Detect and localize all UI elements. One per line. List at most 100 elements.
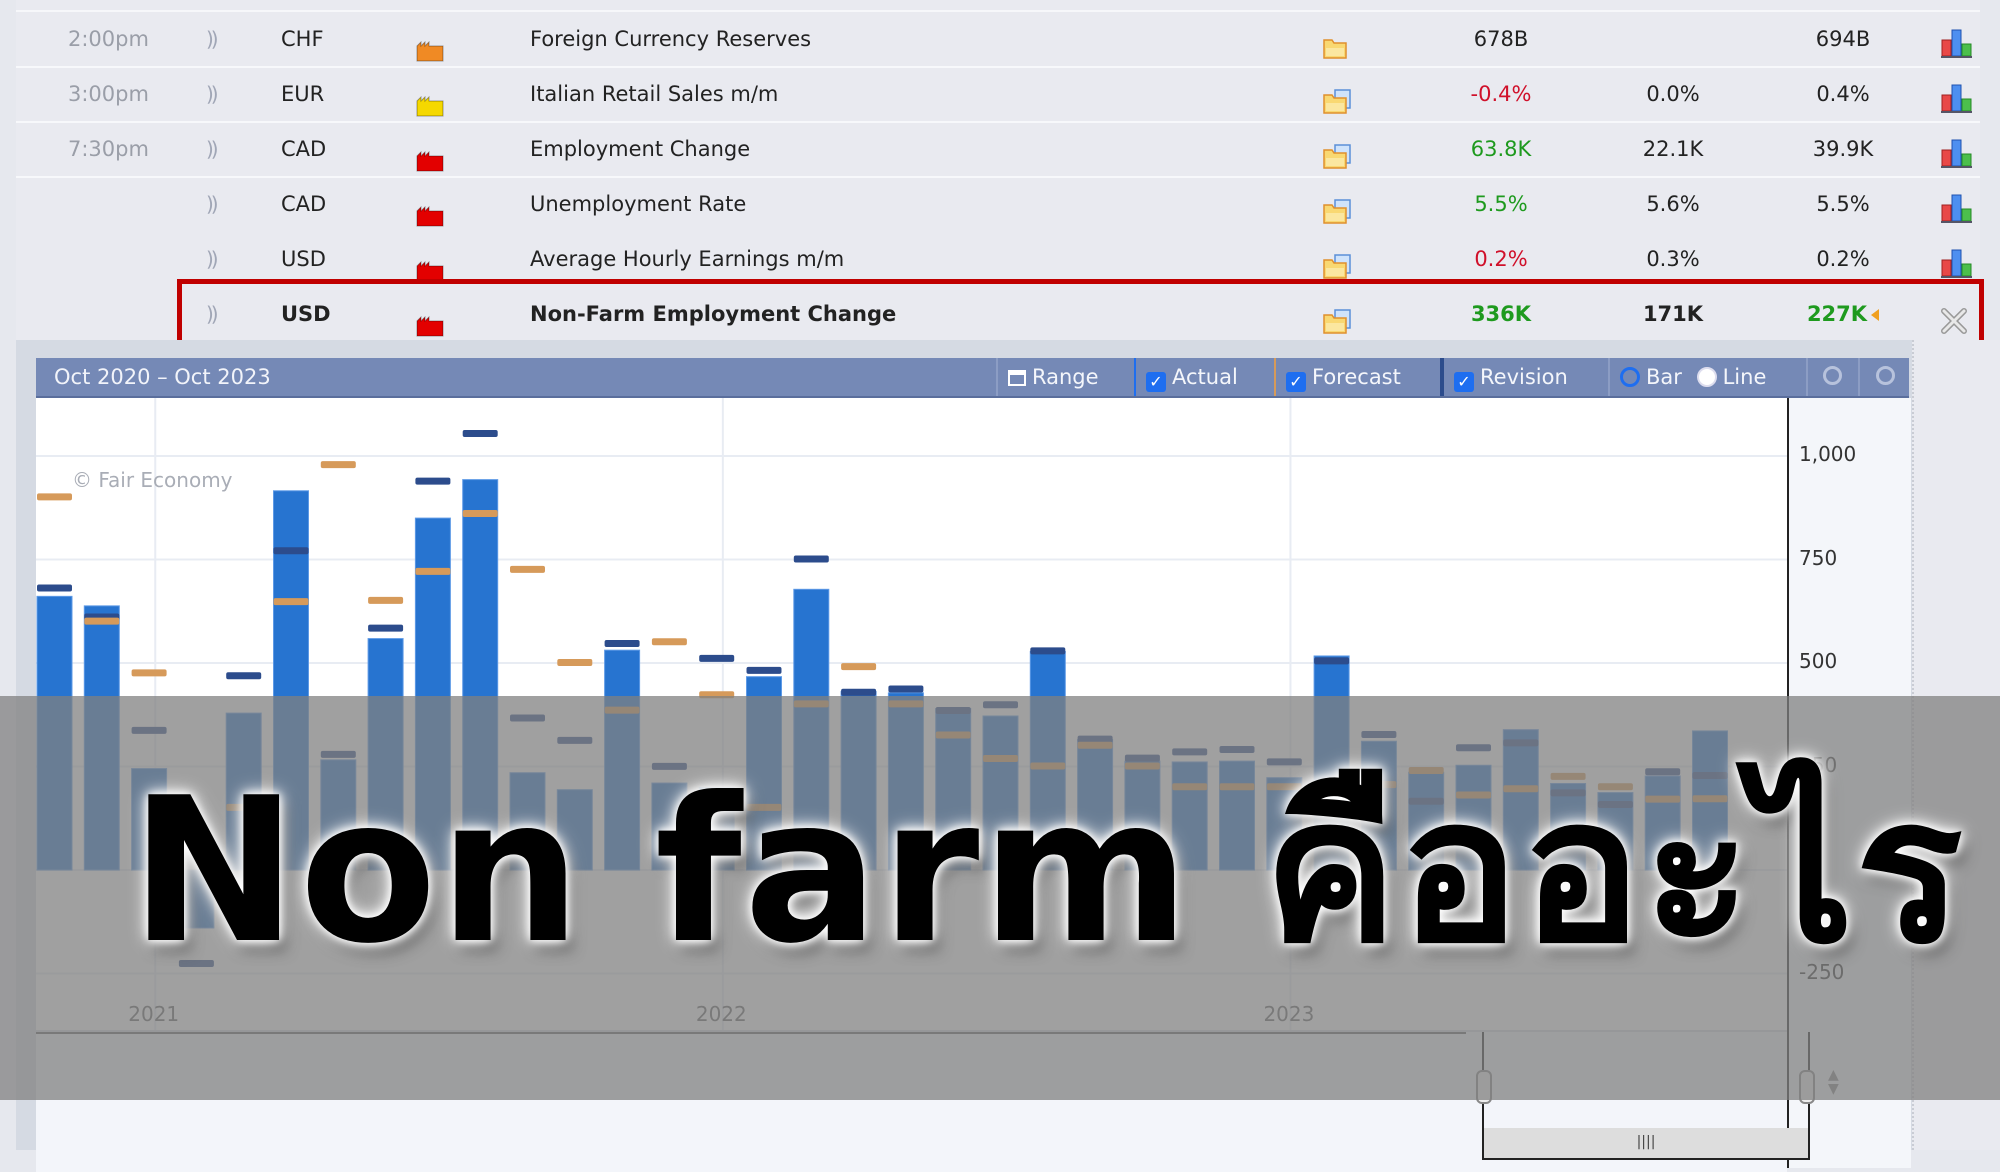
forecast-toggle[interactable]: ✓ Forecast [1274,358,1436,396]
speaker-icon[interactable]: )) [206,122,218,176]
forecast-marker[interactable] [557,659,593,666]
revision-marker[interactable] [793,555,829,563]
actual-toggle[interactable]: ✓ Actual [1134,358,1266,396]
copyright-label: © Fair Economy [72,468,233,492]
chart-toolbar: Oct 2020 – Oct 2023 Range ✓ Actual ✓ Forec… [36,358,1909,398]
bar-chart-icon[interactable] [1940,24,1974,58]
forecast-value: 0.0% [1646,82,1700,106]
forecast-value: 171K [1642,302,1704,326]
speaker-icon[interactable]: )) [206,232,218,286]
speaker-icon[interactable]: )) [206,12,218,66]
bar-chart-icon[interactable] [1940,189,1974,223]
speaker-icon[interactable]: )) [206,67,218,121]
revision-marker[interactable] [888,685,924,693]
previous-value: 694B [1778,12,1908,66]
forecast-marker[interactable] [841,663,877,671]
currency-code: USD [281,247,326,271]
actual-checkbox[interactable]: ✓ [1146,372,1166,392]
revision-marker[interactable] [604,639,640,647]
previous-value: 227K [1778,287,1908,341]
impact-icon[interactable] [416,138,444,172]
table-header-divider [16,0,1980,12]
actual-value: 678B [1473,27,1529,51]
revision-checkbox[interactable]: ✓ [1454,372,1474,392]
forecast-marker[interactable] [84,617,120,625]
chart-date-range: Oct 2020 – Oct 2023 [54,365,271,389]
revision-marker[interactable] [415,477,451,485]
impact-icon[interactable] [416,303,444,337]
zoom-out-button[interactable] [1858,358,1910,396]
bar-chart-icon[interactable] [1940,134,1974,168]
folder-doc-icon[interactable] [1322,301,1354,334]
event-title[interactable]: Italian Retail Sales m/m [530,67,778,121]
speaker-icon[interactable]: )) [206,177,218,231]
revision-toggle[interactable]: ✓ Revision [1440,358,1604,396]
bar-chart-icon[interactable] [1940,79,1974,113]
navigator-scrollbar[interactable]: |||| [1482,1128,1810,1160]
revision-marker[interactable] [841,688,877,696]
zoom-in-button[interactable] [1806,358,1856,396]
zoom-out-icon [1875,366,1895,385]
forecast-marker[interactable] [131,669,167,677]
revision-marker[interactable] [1030,647,1066,655]
line-radio[interactable] [1696,367,1717,387]
impact-icon[interactable] [416,28,444,62]
actual-value: 63.8K [1470,137,1532,161]
calendar-row[interactable]: )) USD Non-Farm Employment Change 336K 171K 2… [16,287,1980,341]
folder-doc-icon[interactable] [1322,136,1354,169]
revision-marker[interactable] [746,666,782,674]
folder-doc-icon[interactable] [1322,191,1354,224]
calendar-icon [1008,370,1026,386]
forecast-checkbox[interactable]: ✓ [1286,372,1306,392]
folder-doc-icon[interactable] [1322,81,1354,114]
folder-icon[interactable] [1322,26,1354,59]
impact-icon[interactable] [416,248,444,282]
forecast-marker[interactable] [462,509,498,517]
forecast-marker[interactable] [415,567,451,575]
revision-marker[interactable] [37,584,72,592]
currency-code: CAD [281,137,327,161]
bar-radio[interactable] [1620,367,1640,387]
calendar-row[interactable]: 7:30pm)) CAD Employment Change 63.8K 22.1K 39… [16,122,1980,178]
actual-value: 0.2% [1474,247,1528,271]
forecast-marker[interactable] [320,461,356,469]
revision-marker[interactable] [699,654,735,662]
y-tick-label: 500 [1799,649,1838,673]
close-icon[interactable] [1940,301,1974,334]
revision-marker[interactable] [273,547,309,555]
previous-text: 0.2% [1816,247,1870,271]
calendar-row[interactable]: )) CAD Unemployment Rate 5.5% 5.6% 5.5% [16,177,1980,231]
previous-value: 39.9K [1778,122,1908,176]
bar-chart-icon[interactable] [1940,244,1974,278]
impact-icon[interactable] [416,193,444,227]
calendar-row[interactable]: 3:00pm)) EUR Italian Retail Sales m/m -0.4%… [16,67,1980,123]
event-title[interactable]: Average Hourly Earnings m/m [530,232,844,286]
range-label: Range [1032,365,1099,389]
zoom-in-icon [1822,366,1842,385]
forecast-marker[interactable] [273,598,309,606]
forecast-marker[interactable] [651,638,687,646]
revision-marker[interactable] [462,430,498,438]
revision-marker[interactable] [1314,657,1350,665]
currency-code: CAD [281,192,327,216]
calendar-row[interactable]: )) USD Average Hourly Earnings m/m 0.2% 0.3%… [16,232,1980,286]
event-title[interactable]: Employment Change [530,122,750,176]
forecast-marker[interactable] [37,493,72,501]
impact-icon[interactable] [416,83,444,117]
speaker-icon[interactable]: )) [206,287,218,341]
event-title[interactable]: Non-Farm Employment Change [530,287,896,341]
event-time: 7:30pm [68,137,149,161]
calendar-row[interactable]: 2:00pm)) CHF Foreign Currency Reserves 678B… [16,12,1980,68]
currency-code: EUR [281,82,325,106]
event-title[interactable]: Unemployment Rate [530,177,746,231]
chart-type-toggle: Bar Line [1608,358,1808,396]
previous-value: 0.4% [1778,67,1908,121]
event-title[interactable]: Foreign Currency Reserves [530,12,811,66]
revision-marker[interactable] [226,672,262,680]
range-button[interactable]: Range [996,358,1128,396]
forecast-marker[interactable] [510,565,545,573]
folder-doc-icon[interactable] [1322,246,1354,279]
revision-marker[interactable] [368,624,404,632]
previous-text: 227K [1806,302,1868,326]
forecast-marker[interactable] [368,596,404,604]
